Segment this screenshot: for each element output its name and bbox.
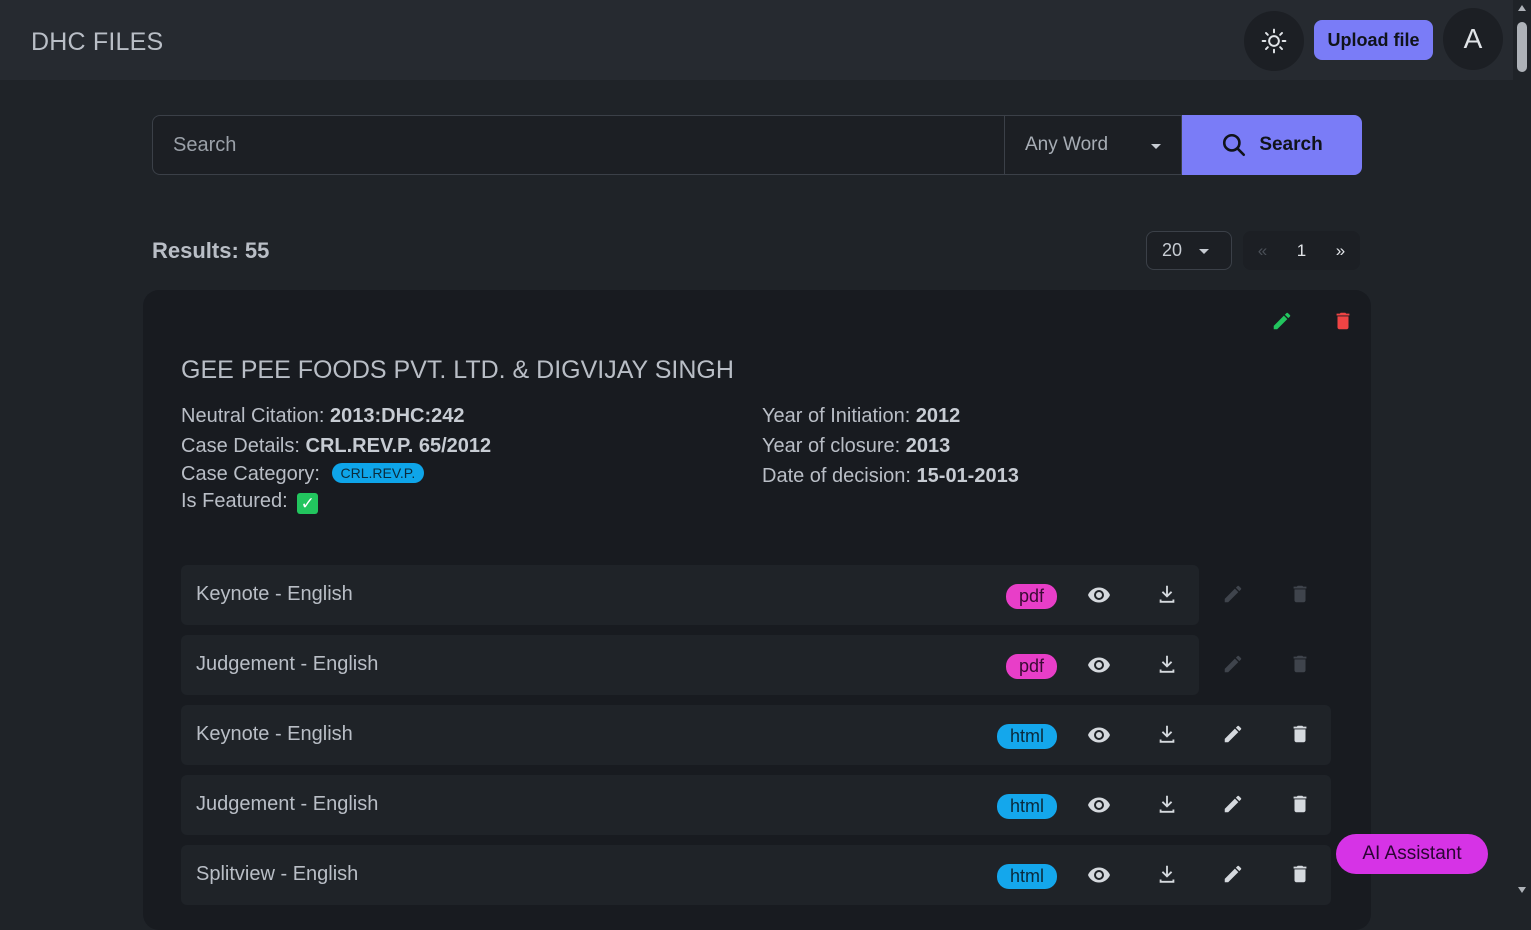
file-label: Splitview - English bbox=[196, 863, 359, 885]
search-button[interactable]: Search bbox=[1182, 115, 1362, 175]
trash-icon[interactable] bbox=[1289, 863, 1311, 885]
pagination: « 1 » bbox=[1243, 231, 1360, 270]
chevron-down-icon bbox=[1199, 249, 1209, 254]
file-row: Keynote - English pdf bbox=[181, 565, 1307, 625]
case-details: Case Details: CRL.REV.P. 65/2012 bbox=[181, 435, 491, 458]
trash-icon bbox=[1293, 585, 1307, 603]
search-button-label: Search bbox=[1259, 134, 1323, 155]
file-type-badge: html bbox=[997, 864, 1057, 889]
date-decision-value: 15-01-2013 bbox=[916, 465, 1019, 487]
file-row: Judgement - English html bbox=[181, 775, 1331, 835]
scroll-up-arrow[interactable] bbox=[1518, 5, 1526, 11]
case-category-label: Case Category: bbox=[181, 463, 326, 485]
search-mode-select[interactable]: Any Word bbox=[1004, 115, 1182, 175]
case-details-label: Case Details: bbox=[181, 435, 306, 457]
pencil-icon[interactable] bbox=[1271, 310, 1293, 332]
neutral-citation-value: 2013:DHC:242 bbox=[329, 405, 465, 427]
pencil-icon bbox=[1224, 585, 1242, 603]
file-label: Keynote - English bbox=[196, 583, 353, 605]
file-row: Keynote - English html bbox=[181, 705, 1331, 765]
pencil-icon bbox=[1224, 655, 1242, 673]
file-label: Keynote - English bbox=[196, 723, 353, 745]
case-title: GEE PEE FOODS PVT. LTD. & DIGVIJAY SINGH bbox=[181, 356, 734, 384]
eye-icon[interactable] bbox=[1087, 723, 1111, 747]
date-decision-label: Date of decision: bbox=[762, 465, 917, 487]
pagination-prev[interactable]: « bbox=[1243, 231, 1282, 270]
eye-icon[interactable] bbox=[1087, 793, 1111, 817]
pencil-icon[interactable] bbox=[1222, 723, 1244, 745]
pagination-page[interactable]: 1 bbox=[1282, 231, 1321, 270]
pagination-next[interactable]: » bbox=[1321, 231, 1360, 270]
year-closure-value: 2013 bbox=[905, 435, 951, 457]
chevron-down-icon bbox=[1151, 144, 1161, 149]
eye-icon[interactable] bbox=[1087, 583, 1111, 607]
is-featured-label: Is Featured: bbox=[181, 490, 294, 512]
year-initiation-value: 2012 bbox=[915, 405, 961, 427]
trash-icon[interactable] bbox=[1289, 793, 1311, 815]
scroll-thumb[interactable] bbox=[1517, 22, 1527, 72]
file-label: Judgement - English bbox=[196, 793, 379, 815]
checkmark-icon: ✓ bbox=[297, 493, 319, 514]
year-initiation-label: Year of Initiation: bbox=[762, 405, 916, 427]
download-icon[interactable] bbox=[1156, 653, 1178, 675]
trash-icon[interactable] bbox=[1289, 723, 1311, 745]
scroll-down-arrow[interactable] bbox=[1518, 887, 1526, 893]
neutral-citation: Neutral Citation: 2013:DHC:242 bbox=[181, 405, 464, 428]
year-of-closure: Year of closure: 2013 bbox=[762, 435, 950, 458]
eye-icon[interactable] bbox=[1087, 863, 1111, 887]
scrollbar[interactable] bbox=[1513, 0, 1531, 899]
is-featured: Is Featured: ✓ bbox=[181, 490, 319, 514]
app-title[interactable]: DHC FILES bbox=[31, 28, 163, 57]
results-count: Results: 55 bbox=[152, 238, 270, 263]
upload-file-button[interactable]: Upload file bbox=[1314, 20, 1433, 60]
per-page-select[interactable]: 20 bbox=[1146, 231, 1232, 270]
search-icon bbox=[1223, 133, 1246, 157]
download-icon[interactable] bbox=[1156, 863, 1178, 885]
year-of-initiation: Year of Initiation: 2012 bbox=[762, 405, 960, 428]
year-closure-label: Year of closure: bbox=[762, 435, 906, 457]
search-bar: Any Word Search bbox=[152, 115, 1362, 175]
theme-toggle-button[interactable] bbox=[1244, 11, 1304, 71]
file-type-badge: html bbox=[997, 724, 1057, 749]
trash-icon[interactable] bbox=[1332, 309, 1354, 333]
case-card: GEE PEE FOODS PVT. LTD. & DIGVIJAY SINGH… bbox=[143, 290, 1371, 930]
top-bar: DHC FILES Upload file A bbox=[0, 0, 1513, 80]
avatar[interactable]: A bbox=[1443, 8, 1503, 70]
case-category: Case Category: CRL.REV.P. bbox=[181, 463, 425, 486]
file-row: Judgement - English pdf bbox=[181, 635, 1307, 695]
date-of-decision: Date of decision: 15-01-2013 bbox=[762, 465, 1019, 488]
pencil-icon[interactable] bbox=[1222, 793, 1244, 815]
download-icon[interactable] bbox=[1156, 583, 1178, 605]
search-input[interactable] bbox=[152, 115, 1004, 175]
file-type-badge: pdf bbox=[1006, 654, 1057, 679]
per-page-value: 20 bbox=[1162, 240, 1183, 260]
file-type-badge: pdf bbox=[1006, 584, 1057, 609]
trash-icon bbox=[1293, 655, 1307, 673]
case-details-value: CRL.REV.P. 65/2012 bbox=[305, 435, 492, 457]
search-mode-value: Any Word bbox=[1025, 134, 1109, 155]
neutral-citation-label: Neutral Citation: bbox=[181, 405, 330, 427]
sun-icon bbox=[1261, 28, 1287, 54]
pencil-icon[interactable] bbox=[1222, 863, 1244, 885]
file-row: Splitview - English html bbox=[181, 845, 1331, 905]
case-category-badge: CRL.REV.P. bbox=[331, 463, 425, 483]
file-type-badge: html bbox=[997, 794, 1057, 819]
ai-assistant-button[interactable]: AI Assistant bbox=[1336, 834, 1488, 874]
download-icon[interactable] bbox=[1156, 723, 1178, 745]
eye-icon[interactable] bbox=[1087, 653, 1111, 677]
file-label: Judgement - English bbox=[196, 653, 379, 675]
download-icon[interactable] bbox=[1156, 793, 1178, 815]
